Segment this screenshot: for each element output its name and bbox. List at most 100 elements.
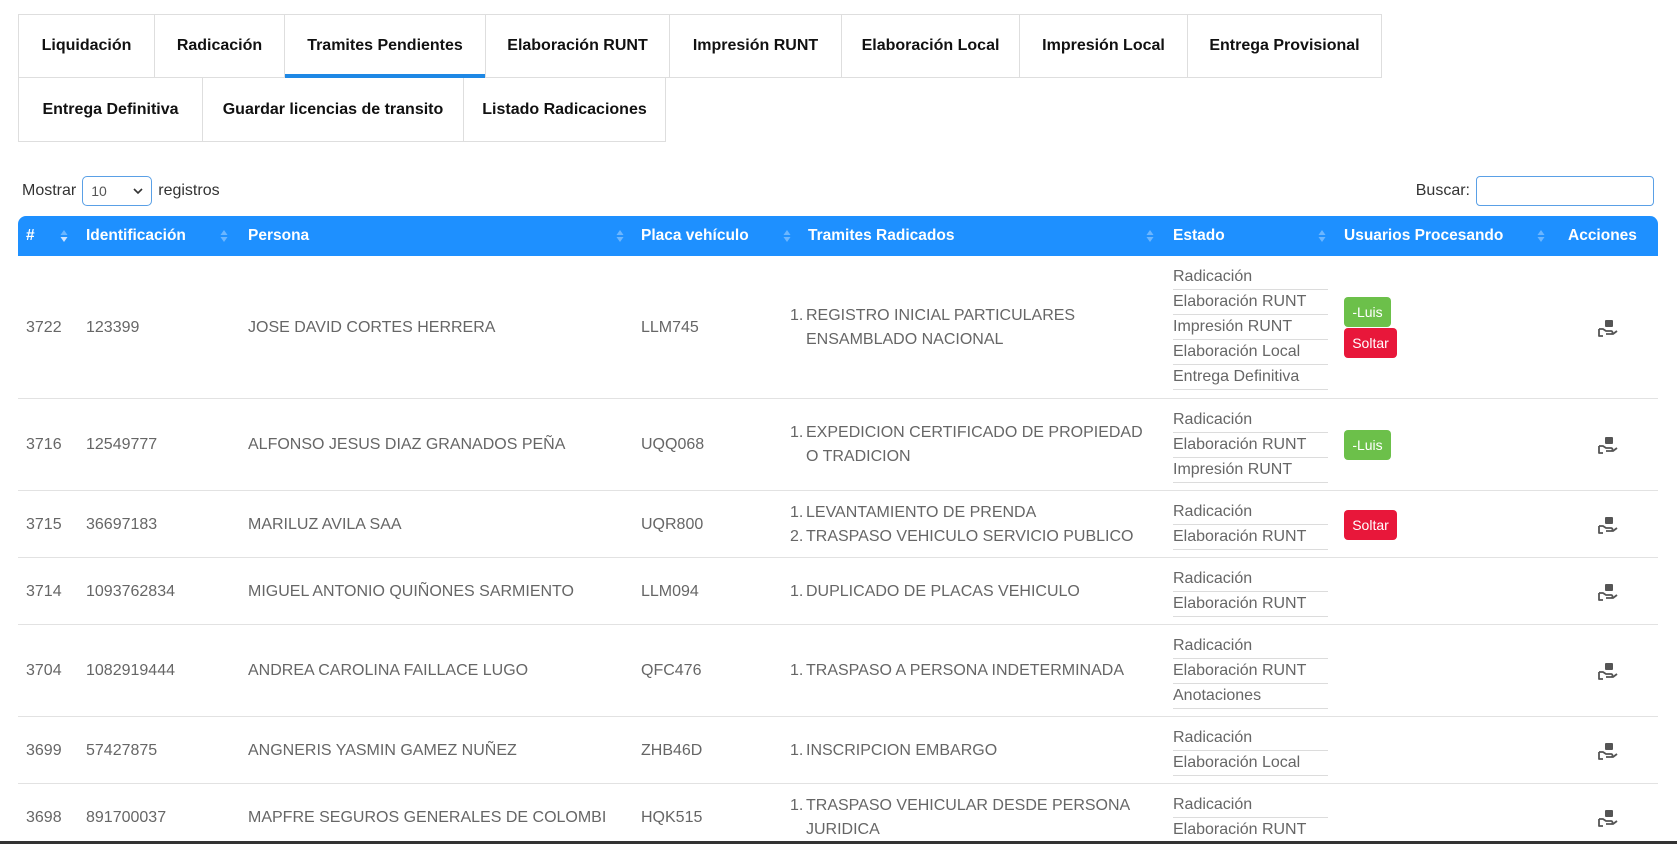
table-row: 3715 36697183 MARILUZ AVILA SAA UQR800 1. LEV… [18, 491, 1658, 558]
column-header[interactable]: Usuarios Procesando [1344, 216, 1503, 256]
sort-arrows-icon[interactable] [1318, 229, 1326, 243]
column-header[interactable]: # [26, 216, 35, 256]
hand-holding-box-icon[interactable] [1598, 516, 1618, 534]
column-header[interactable]: Estado [1173, 216, 1225, 256]
table-row: 3698 891700037 MAPFRE SEGUROS GENERALES DE… [18, 784, 1658, 844]
sort-arrows-icon[interactable] [616, 229, 624, 243]
table-header: # Identificación Persona Placa vehículo Tram… [18, 216, 1658, 256]
tab-entrega-provisional[interactable]: Entrega Provisional [1187, 14, 1382, 78]
tab-row: Entrega Definitiva Guardar licencias de t… [18, 78, 1478, 142]
tramite-number: 1. [790, 503, 804, 521]
placa-cell: LLM094 [641, 582, 699, 600]
persona-cell: ANDREA CAROLINA FAILLACE LUGO [248, 662, 529, 679]
identificacion-cell: 12549777 [86, 436, 158, 453]
hand-holding-box-icon[interactable] [1598, 742, 1618, 760]
hand-holding-box-icon[interactable] [1598, 583, 1618, 601]
estado-item: Elaboración RUNT [1173, 290, 1328, 315]
tramite-item: 1. INSCRIPCION EMBARGO [790, 739, 1150, 763]
tab-elaboraci-n-runt[interactable]: Elaboración RUNT [485, 14, 669, 78]
row-number: 3714 [26, 582, 62, 600]
tramites-list: 1. TRASPASO VEHICULAR DESDE PERSONA JURID… [790, 794, 1150, 842]
tramite-item: 1. EXPEDICION CERTIFICADO DE PROPIEDAD O … [790, 421, 1150, 469]
row-number: 3704 [26, 662, 62, 679]
search-input[interactable] [1476, 176, 1654, 206]
tramite-number: 1. [790, 582, 804, 600]
tab-radicaci-n[interactable]: Radicación [154, 14, 284, 78]
tramite-text: REGISTRO INICIAL PARTICULARES ENSAMBLADO… [806, 306, 1076, 348]
tramites-list: 1. INSCRIPCION EMBARGO [790, 739, 1150, 763]
row-number: 3716 [26, 436, 62, 453]
persona-cell: MARILUZ AVILA SAA [248, 515, 402, 533]
tab-impresi-n-local[interactable]: Impresión Local [1019, 14, 1187, 78]
sort-arrows-icon[interactable] [1537, 229, 1545, 243]
identificacion-cell: 1082919444 [86, 662, 175, 679]
identificacion-cell: 36697183 [86, 515, 158, 533]
estado-item: Elaboración RUNT [1173, 659, 1328, 684]
estado-list: Radicación Elaboración RUNT Anotaciones [1173, 634, 1328, 709]
tramites-list: 1. LEVANTAMIENTO DE PRENDA 2. TRASPASO VEHI… [790, 501, 1150, 549]
tab-liquidaci-n[interactable]: Liquidación [18, 14, 154, 78]
tramite-number: 1. [790, 424, 804, 441]
tramite-item: 2. TRASPASO VEHICULO SERVICIO PUBLICO [790, 525, 1150, 549]
column-header[interactable]: Tramites Radicados [808, 216, 954, 256]
estado-item: Elaboración RUNT [1173, 525, 1328, 550]
row-number: 3715 [26, 515, 62, 533]
row-number: 3698 [26, 808, 62, 826]
page-size-control: Mostrar 10 registros [22, 176, 220, 206]
row-number: 3722 [26, 318, 62, 336]
sort-arrows-icon[interactable] [220, 229, 228, 243]
tab-entrega-definitiva[interactable]: Entrega Definitiva [18, 78, 202, 142]
table-controls: Mostrar 10 registros Buscar: [22, 176, 1654, 206]
page-size-value: 10 [91, 183, 107, 199]
tramite-item: 1. LEVANTAMIENTO DE PRENDA [790, 501, 1150, 525]
estado-item: Radicación [1173, 793, 1328, 818]
hand-holding-box-icon[interactable] [1598, 662, 1618, 680]
column-header[interactable]: Acciones [1568, 216, 1637, 256]
table-body: 3722 123399 JOSE DAVID CORTES HERRERA LLM74… [18, 256, 1658, 844]
tramite-number: 1. [790, 796, 804, 814]
table-row: 3704 1082919444 ANDREA CAROLINA FAILLACE L… [18, 625, 1658, 717]
soltar-button[interactable]: Soltar [1344, 328, 1397, 358]
estado-list: Radicación Elaboración RUNT Impresión RUNT [1173, 408, 1328, 483]
tab-row: Liquidación Radicación Tramites Pendientes… [18, 14, 1478, 78]
table-row: 3699 57427875 ANGNERIS YASMIN GAMEZ NUÑEZ Z… [18, 717, 1658, 784]
estado-list: Radicación Elaboración RUNT Impresión RUNT… [1173, 265, 1328, 390]
soltar-button[interactable]: Soltar [1344, 509, 1397, 540]
estado-item: Impresión RUNT [1173, 315, 1328, 340]
tramite-item: 1. TRASPASO A PERSONA INDETERMINADA [790, 659, 1150, 683]
user-badge[interactable]: -Luis [1344, 297, 1391, 327]
estado-list: Radicación Elaboración Local [1173, 726, 1328, 776]
sort-arrows-icon[interactable] [1146, 229, 1154, 243]
identificacion-cell: 891700037 [86, 808, 167, 826]
estado-item: Elaboración Local [1173, 340, 1328, 365]
hand-holding-box-icon[interactable] [1598, 319, 1618, 337]
tab-listado-radicaciones[interactable]: Listado Radicaciones [463, 78, 666, 142]
hand-holding-box-icon[interactable] [1598, 436, 1618, 454]
sort-arrows-icon[interactable] [783, 229, 791, 243]
search-label: Buscar: [1415, 182, 1470, 199]
tramite-text: DUPLICADO DE PLACAS VEHICULO [806, 582, 1080, 600]
page-size-select[interactable]: 10 [82, 176, 153, 206]
table-row: 3714 1093762834 MIGUEL ANTONIO QUIÑONES SA… [18, 558, 1658, 625]
user-badge[interactable]: -Luis [1344, 430, 1391, 460]
column-header[interactable]: Identificación [86, 216, 186, 256]
table-row: 3716 12549777 ALFONSO JESUS DIAZ GRANADOS … [18, 399, 1658, 491]
tab-tramites-pendientes[interactable]: Tramites Pendientes [284, 14, 485, 78]
tramites-list: 1. TRASPASO A PERSONA INDETERMINADA [790, 659, 1150, 683]
tab-guardar-licencias-de-transito[interactable]: Guardar licencias de transito [202, 78, 463, 142]
column-header[interactable]: Persona [248, 216, 309, 256]
estado-item: Radicación [1173, 408, 1328, 433]
tramite-item: 1. DUPLICADO DE PLACAS VEHICULO [790, 580, 1150, 604]
hand-holding-box-icon[interactable] [1598, 809, 1618, 827]
estado-list: Radicación Elaboración RUNT [1173, 567, 1328, 617]
estado-item: Elaboración Local [1173, 751, 1328, 776]
tramites-list: 1. EXPEDICION CERTIFICADO DE PROPIEDAD O … [790, 421, 1150, 469]
tab-impresi-n-runt[interactable]: Impresión RUNT [669, 14, 841, 78]
row-number: 3699 [26, 741, 62, 759]
sort-arrows-icon[interactable] [60, 229, 68, 243]
search-control: Buscar: [1416, 176, 1654, 206]
column-header[interactable]: Placa vehículo [641, 216, 749, 256]
tab-elaboraci-n-local[interactable]: Elaboración Local [841, 14, 1019, 78]
tramite-text: INSCRIPCION EMBARGO [806, 741, 998, 759]
tramite-text: LEVANTAMIENTO DE PRENDA [806, 503, 1037, 521]
